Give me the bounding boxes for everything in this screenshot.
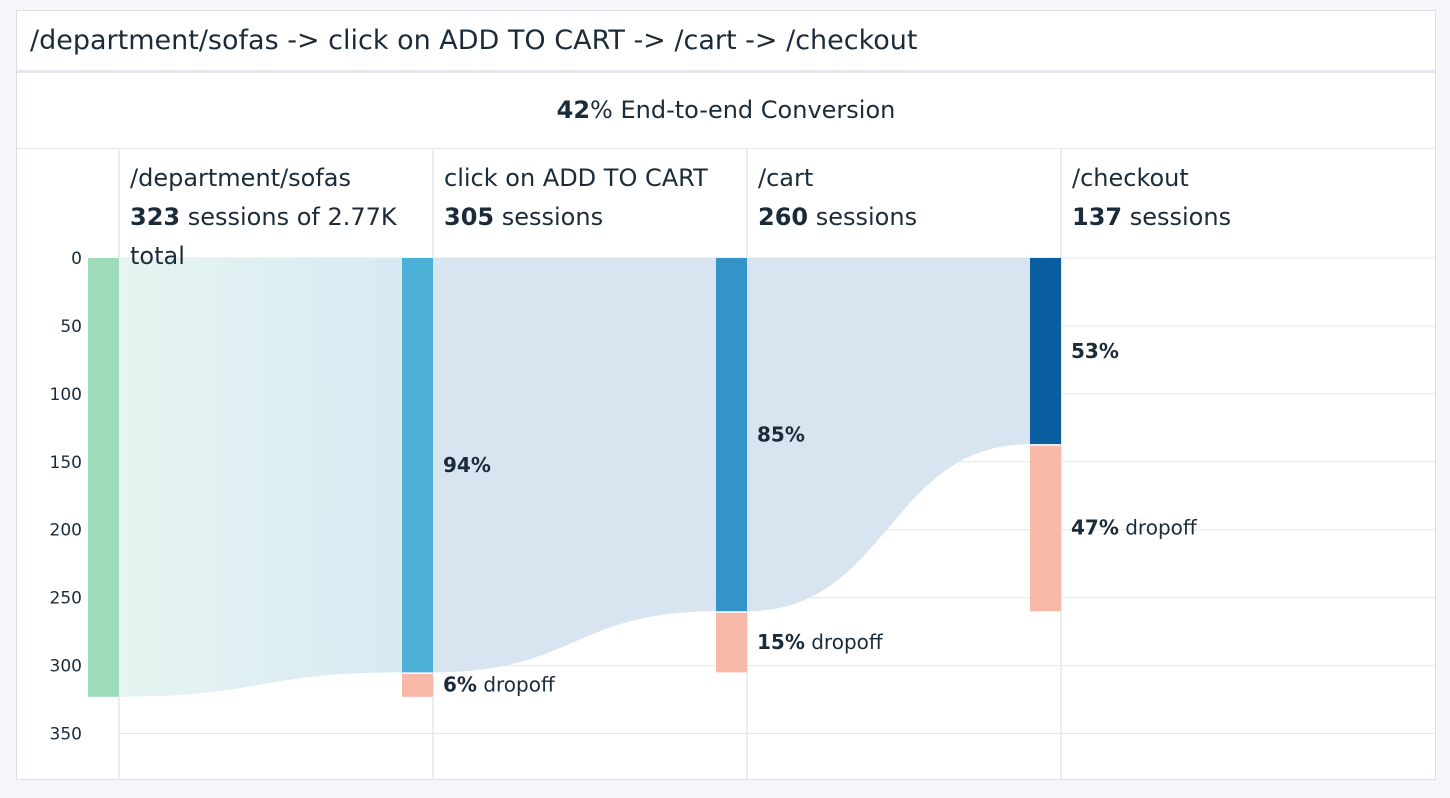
dropoff-label-4: 47% dropoff — [1071, 516, 1198, 540]
step-sessions-3: 260 sessions — [758, 203, 917, 231]
step-sessions-1: 323 sessions of 2.77K — [130, 203, 398, 231]
conversion-pct-4: 53% — [1071, 339, 1119, 363]
step-sessions-total-1: total — [130, 242, 185, 270]
step-name-3: /cart — [758, 164, 813, 192]
funnel-bar-4 — [1030, 258, 1061, 445]
y-tick-label-250: 250 — [50, 589, 82, 609]
step-name-2: click on ADD TO CART — [444, 164, 708, 192]
dropoff-bar-3 — [716, 612, 747, 673]
y-tick-label-200: 200 — [50, 521, 82, 541]
y-tick-label-100: 100 — [50, 385, 82, 405]
step-sessions-4: 137 sessions — [1072, 203, 1231, 231]
step-name-1: /department/sofas — [130, 164, 351, 192]
dropoff-bar-2 — [402, 673, 433, 697]
funnel-chart: 0 50 100 150 200 250 300 350/department/sofas 32… — [50, 148, 1435, 780]
dropoff-bar-4 — [1030, 445, 1061, 612]
funnel-bar-2 — [402, 258, 433, 673]
flow-band-1 — [119, 258, 402, 697]
funnel-bar-3 — [716, 258, 747, 612]
y-tick-label-0: 0 — [71, 249, 82, 269]
y-tick-label-50: 50 — [60, 317, 82, 337]
y-tick-label-300: 300 — [50, 657, 82, 677]
y-tick-label-350: 350 — [50, 725, 82, 745]
dropoff-label-2: 6% dropoff — [443, 673, 556, 697]
y-tick-label-150: 150 — [50, 453, 82, 473]
step-sessions-2: 305 sessions — [444, 203, 603, 231]
dropoff-label-3: 15% dropoff — [757, 630, 884, 654]
conversion-pct-2: 94% — [443, 453, 491, 477]
step-name-4: /checkout — [1072, 164, 1189, 192]
funnel-bar-1 — [88, 258, 119, 697]
conversion-pct-3: 85% — [757, 423, 805, 447]
